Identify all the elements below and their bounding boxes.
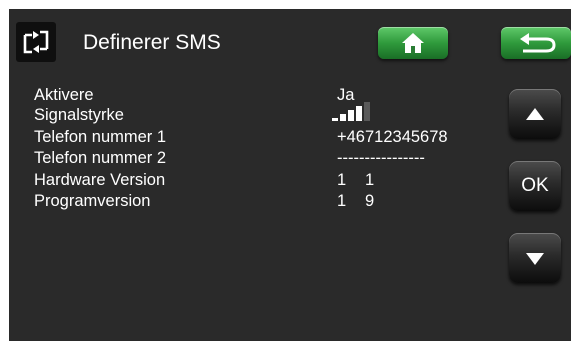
row-telefon-2[interactable]: Telefon nummer 2 ---------------- (34, 148, 484, 168)
row-value: +46712345678 (337, 128, 448, 146)
signal-bar (332, 118, 338, 121)
ok-button[interactable]: OK (509, 161, 561, 211)
row-label: Hardware Version (34, 171, 166, 189)
row-hardware-version[interactable]: Hardware Version 1 1 (34, 170, 484, 190)
row-label: Signalstyrke (34, 106, 124, 124)
home-button[interactable] (378, 27, 448, 59)
return-arrow-icon (520, 33, 556, 53)
row-value-major: 1 (337, 192, 347, 210)
signal-bar (348, 110, 354, 121)
row-value-minor: 1 (365, 171, 375, 189)
row-value: ---------------- (337, 149, 425, 167)
row-label: Telefon nummer 1 (34, 128, 167, 146)
row-value-minor: 9 (365, 192, 375, 210)
display-screen: Definerer SMS Aktivere Ja Signalstyrke T… (9, 9, 571, 341)
scroll-down-button[interactable] (509, 233, 561, 283)
triangle-up-icon (526, 108, 544, 120)
signal-bar (356, 106, 362, 121)
header-bar: Definerer SMS (9, 9, 571, 71)
row-aktivere[interactable]: Aktivere Ja (34, 85, 484, 105)
ok-label: OK (521, 175, 549, 196)
row-signalstyrke[interactable]: Signalstyrke (34, 102, 484, 125)
row-label: Aktivere (34, 86, 94, 104)
back-button[interactable] (501, 27, 571, 59)
row-telefon-1[interactable]: Telefon nummer 1 +46712345678 (34, 127, 484, 147)
swap-arrows-icon[interactable] (16, 22, 56, 62)
home-icon (402, 33, 424, 53)
triangle-down-icon (526, 253, 544, 265)
signal-strength-icon (332, 102, 370, 121)
row-programversion[interactable]: Programversion 1 9 (34, 191, 484, 211)
row-label: Telefon nummer 2 (34, 149, 167, 167)
signal-bar (364, 102, 370, 121)
scroll-up-button[interactable] (509, 89, 561, 139)
signal-bar (340, 114, 346, 121)
row-label: Programversion (34, 192, 151, 210)
page-title: Definerer SMS (83, 31, 221, 54)
row-value-major: 1 (337, 171, 347, 189)
